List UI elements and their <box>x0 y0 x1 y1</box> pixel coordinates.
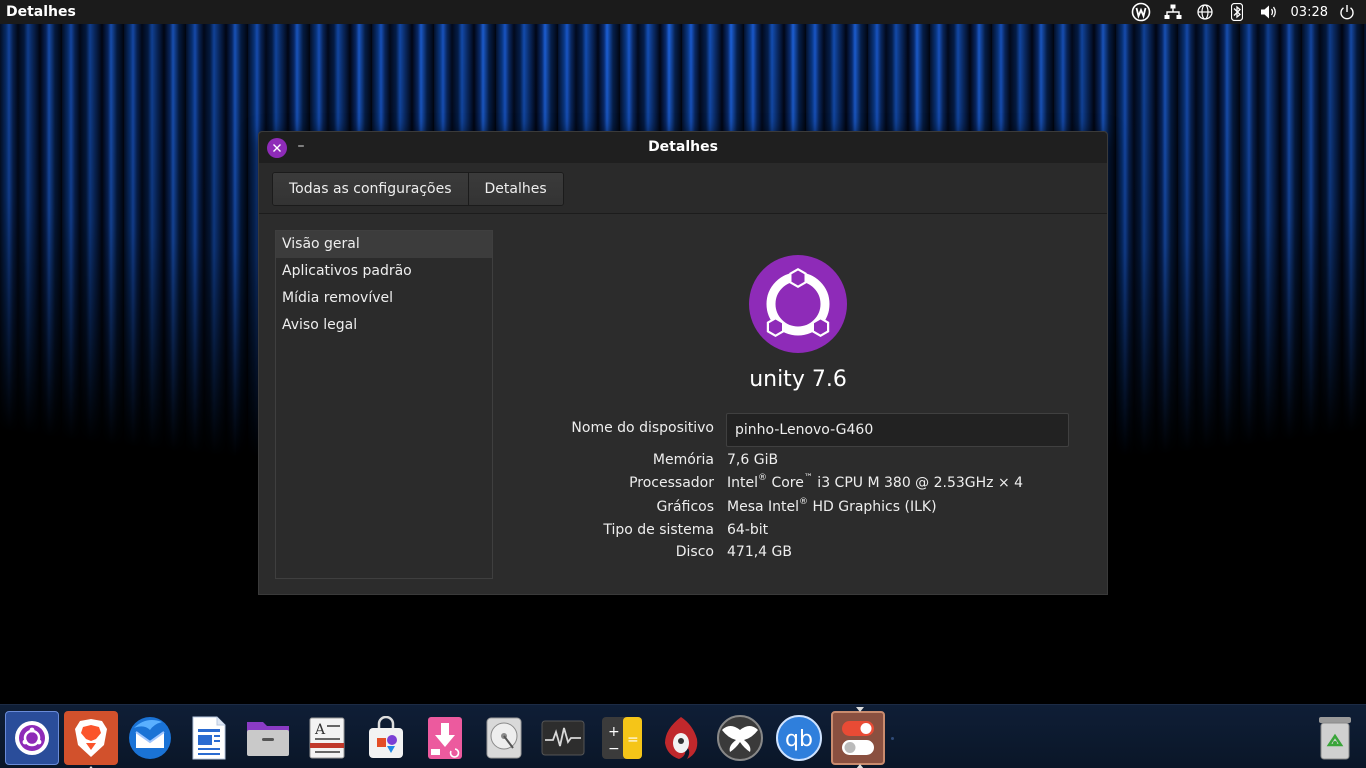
svg-text:qb: qb <box>785 727 813 752</box>
graphics-label: Gráficos <box>656 499 714 515</box>
sidebar: Visão geral Aplicativos padrão Mídia rem… <box>275 230 493 579</box>
dock-software-center-button[interactable] <box>359 711 413 765</box>
power-icon[interactable] <box>1336 0 1358 24</box>
desktop-version: unity 7.6 <box>749 367 847 392</box>
focused-indicator <box>856 707 864 712</box>
network-icon[interactable] <box>1157 0 1189 24</box>
memory-row: Memória 7,6 GiB <box>493 452 1108 472</box>
qbittorrent-icon: qb <box>776 715 822 761</box>
overview-panel: unity 7.6 Nome do dispositivo pinho-Leno… <box>493 215 1107 594</box>
dock-thunderbird-button[interactable] <box>123 711 177 765</box>
package-installer-icon <box>428 717 462 759</box>
system-type-row: Tipo de sistema 64-bit <box>493 522 1108 542</box>
settings-toggle-icon <box>842 721 874 755</box>
disk-value: 471,4 GB <box>727 544 792 560</box>
dock-libreoffice-writer-button[interactable] <box>182 711 236 765</box>
sidebar-item-default-apps[interactable]: Aplicativos padrão <box>276 258 492 285</box>
dock-qbittorrent-button[interactable]: qb <box>772 711 826 765</box>
weather-indicator-icon[interactable] <box>1125 0 1157 24</box>
brave-lion-icon <box>75 719 107 757</box>
memory-label: Memória <box>652 452 714 468</box>
language-globe-icon[interactable] <box>1189 0 1221 24</box>
dock-settings-button[interactable] <box>831 707 885 768</box>
top-panel: Detalhes 03:28 <box>0 0 1366 24</box>
shopping-bag-icon <box>369 716 403 758</box>
writer-document-icon <box>192 716 226 760</box>
thunderbird-icon <box>129 717 171 759</box>
svg-text:=: = <box>627 732 639 748</box>
dock-files-button[interactable] <box>241 711 295 765</box>
dictionary-book-icon: A <box>309 717 345 759</box>
graphics-row: Gráficos Mesa Intel® HD Graphics (ILK) <box>493 497 1108 519</box>
window-title: Detalhes <box>648 139 718 155</box>
device-name-field[interactable]: pinho-Lenovo-G460 <box>726 413 1069 447</box>
clock[interactable]: 03:28 <box>1285 5 1336 20</box>
moth-sphere-icon <box>717 715 763 761</box>
system-type-label: Tipo de sistema <box>603 522 714 538</box>
dock-sweethome-button[interactable] <box>654 711 708 765</box>
dock-unity-dash-button[interactable] <box>5 711 59 765</box>
processor-label: Processador <box>629 475 714 491</box>
active-app-title: Detalhes <box>6 4 76 20</box>
folder-icon <box>247 722 289 756</box>
device-name-label: Nome do dispositivo <box>571 420 714 436</box>
dock-brave-browser-button[interactable] <box>64 711 118 768</box>
running-indicator <box>856 764 864 768</box>
disk-row: Disco 471,4 GB <box>493 544 1108 564</box>
dock-separator-dot <box>891 737 894 740</box>
dock-dictionary-button[interactable]: A <box>300 711 354 765</box>
svg-text:+: + <box>608 724 620 740</box>
trash-recycle-icon <box>1319 717 1351 760</box>
dock: A + − = qb <box>0 704 1366 768</box>
window-titlebar[interactable]: – Detalhes <box>259 132 1107 163</box>
processor-value: Intel® Core™ i3 CPU M 380 @ 2.53GHz × 4 <box>727 473 1024 491</box>
flame-bird-icon <box>665 717 698 759</box>
sidebar-item-removable-media[interactable]: Mídia removível <box>276 285 492 312</box>
indicator-area: 03:28 <box>1125 0 1366 24</box>
dock-package-installer-button[interactable] <box>418 711 472 765</box>
dock-trash-button[interactable] <box>1308 711 1362 765</box>
dock-system-monitor-button[interactable] <box>536 711 590 765</box>
unity-logo-icon <box>15 721 49 755</box>
sidebar-item-overview[interactable]: Visão geral <box>276 231 492 258</box>
processor-row: Processador Intel® Core™ i3 CPU M 380 @ … <box>493 473 1108 495</box>
volume-icon[interactable] <box>1253 0 1285 24</box>
dock-disks-button[interactable] <box>477 711 531 765</box>
system-monitor-icon <box>541 720 585 756</box>
breadcrumb-details-button[interactable]: Detalhes <box>467 173 563 205</box>
dock-calculator-button[interactable]: + − = <box>595 711 649 765</box>
sidebar-item-legal-notice[interactable]: Aviso legal <box>276 312 492 339</box>
memory-value: 7,6 GiB <box>727 452 779 468</box>
system-type-value: 64-bit <box>727 522 769 538</box>
disk-drive-icon <box>486 717 522 759</box>
graphics-value: Mesa Intel® HD Graphics (ILK) <box>727 497 937 515</box>
dock-mothbox-button[interactable] <box>713 711 767 765</box>
calculator-icon: +−= <box>602 717 642 759</box>
svg-text:−: − <box>608 741 620 757</box>
bluetooth-icon[interactable] <box>1221 0 1253 24</box>
details-window: – Detalhes Todas as configurações Detalh… <box>258 131 1108 595</box>
disk-label: Disco <box>675 544 714 560</box>
breadcrumb: Todas as configurações Detalhes <box>272 172 564 206</box>
breadcrumb-all-settings-button[interactable]: Todas as configurações <box>273 173 468 205</box>
ubuntu-unity-logo-icon <box>749 255 847 353</box>
svg-text:A: A <box>314 722 326 738</box>
window-toolbar: Todas as configurações Detalhes <box>259 163 1107 214</box>
